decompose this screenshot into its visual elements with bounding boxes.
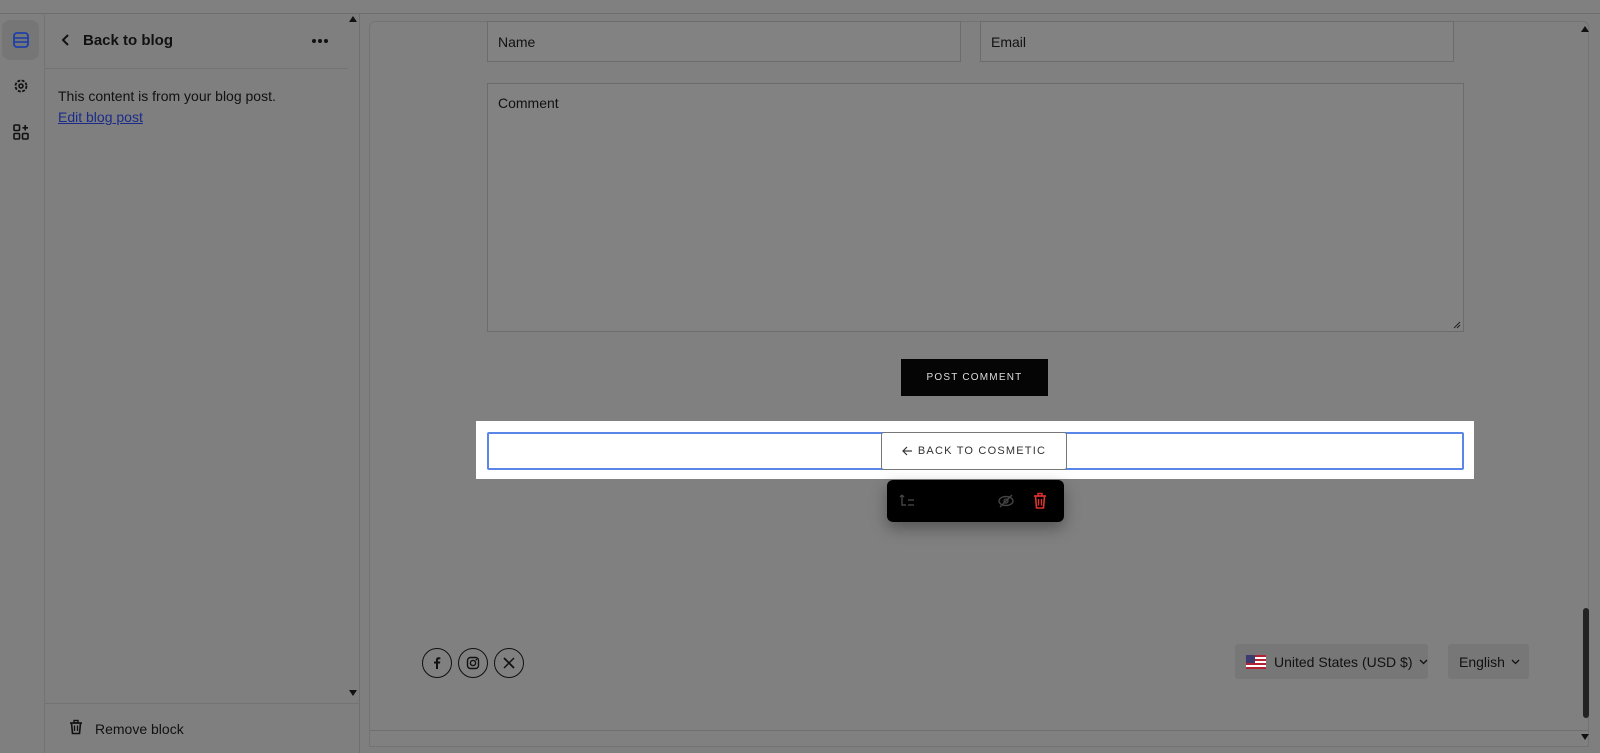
block-toolbar (887, 480, 1064, 522)
gear-icon (14, 79, 27, 93)
us-flag-icon (1246, 654, 1266, 669)
sections-button[interactable] (2, 20, 39, 60)
country-label: United States (USD $) (1274, 653, 1413, 670)
facebook-icon (434, 657, 441, 669)
scroll-down-icon[interactable] (349, 690, 357, 696)
scroll-up-icon[interactable] (349, 16, 357, 22)
hide-block-icon[interactable] (997, 492, 1015, 510)
panel-header: Back to blog (45, 14, 348, 69)
preview-scroll-down-icon[interactable] (1581, 734, 1589, 740)
language-selector[interactable]: English (1448, 644, 1529, 679)
delete-block-icon[interactable] (1032, 492, 1048, 510)
country-selector[interactable]: United States (USD $) (1235, 644, 1428, 679)
comment-field[interactable]: Comment (487, 83, 1464, 332)
select-parent-icon[interactable] (899, 492, 917, 510)
preview-scroll-up-icon[interactable] (1581, 26, 1589, 32)
settings-panel: Back to blog This content is from your b… (45, 14, 360, 753)
x-link[interactable] (494, 648, 524, 678)
x-icon (503, 657, 515, 669)
preview-scrollbar-thumb[interactable] (1583, 608, 1589, 718)
instagram-link[interactable] (458, 648, 488, 678)
post-comment-button[interactable]: POST COMMENT (901, 359, 1048, 396)
name-field[interactable]: Name (487, 21, 961, 62)
sections-icon (12, 32, 29, 48)
theme-settings-button[interactable] (2, 66, 39, 106)
facebook-link[interactable] (422, 648, 452, 678)
trash-icon (70, 719, 82, 735)
remove-block-label: Remove block (95, 721, 184, 737)
email-field[interactable]: Email (980, 21, 1454, 62)
chevron-left-icon[interactable] (59, 32, 73, 48)
apps-icon (12, 124, 29, 140)
edit-blog-post-link[interactable]: Edit blog post (58, 109, 143, 125)
back-to-cosmetic-button[interactable]: BACK TO COSMETIC (881, 432, 1067, 470)
icon-rail (0, 14, 45, 753)
selected-block-highlight: BACK TO COSMETIC (476, 421, 1474, 479)
panel-title[interactable]: Back to blog (83, 32, 173, 49)
more-options-icon[interactable] (311, 38, 329, 44)
top-strip (0, 0, 1600, 14)
store-preview: Name Email Comment POST COMMENT BACK TO … (369, 21, 1589, 747)
chevron-down-icon (1419, 659, 1427, 664)
chevron-down-icon (1511, 659, 1520, 664)
remove-block-button[interactable]: Remove block (45, 703, 360, 753)
preview-bottom-edge (370, 730, 1588, 731)
apps-button[interactable] (2, 112, 39, 152)
comment-placeholder: Comment (498, 95, 559, 111)
instagram-icon (466, 656, 480, 670)
resize-grip-icon[interactable] (1453, 321, 1461, 329)
arrow-left-icon (902, 446, 912, 456)
back-to-cosmetic-label: BACK TO COSMETIC (917, 445, 1047, 457)
selected-block[interactable]: BACK TO COSMETIC (487, 432, 1464, 470)
panel-note: This content is from your blog post. (58, 88, 276, 104)
language-label: English (1459, 653, 1505, 670)
